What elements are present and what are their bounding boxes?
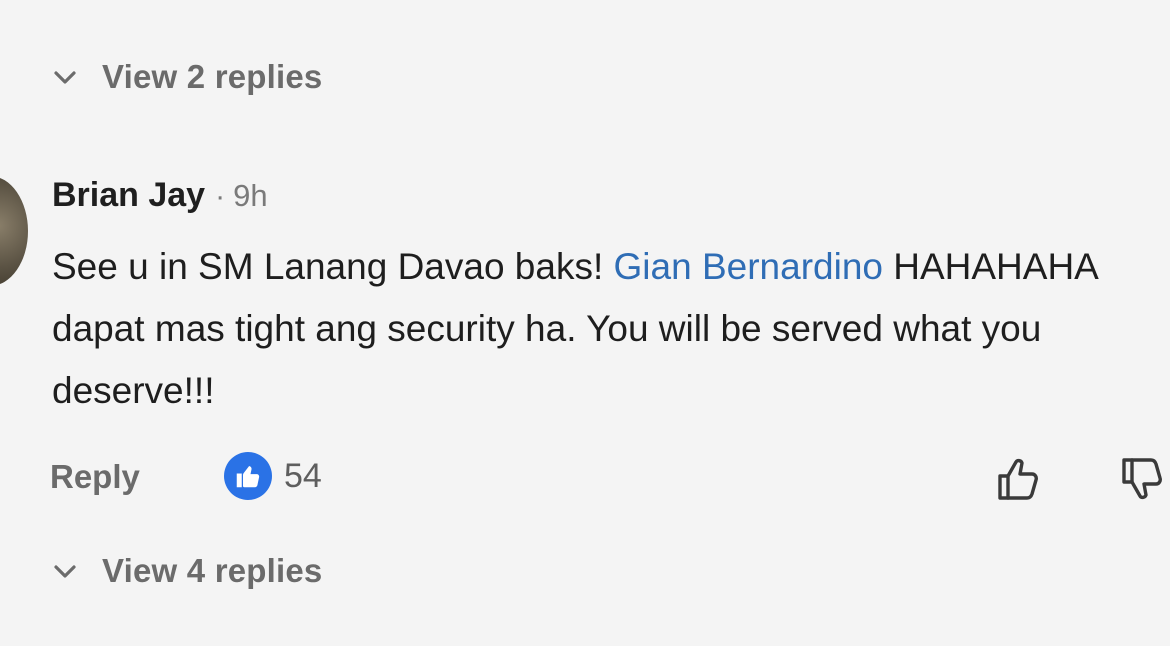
chevron-down-icon xyxy=(54,565,76,578)
view-replies-label: View 4 replies xyxy=(102,552,323,589)
previous-comment-actions-edge xyxy=(0,0,1170,6)
like-badge-icon xyxy=(224,452,272,500)
view-replies-link-bottom[interactable]: View 4 replies xyxy=(52,552,323,590)
reply-button[interactable]: Reply xyxy=(50,458,140,496)
thumbs-up-fill-icon xyxy=(236,466,260,488)
meta-separator: · xyxy=(215,180,226,213)
comment-text-part1: See u in SM Lanang Davao baks! xyxy=(52,246,614,287)
mention-link[interactable]: Gian Bernardino xyxy=(614,246,883,287)
comment-actions: Reply 54 xyxy=(50,452,1170,508)
reaction-count: 54 xyxy=(284,456,322,495)
avatar[interactable] xyxy=(0,176,28,286)
comment-body: See u in SM Lanang Davao baks! Gian Bern… xyxy=(52,236,1170,422)
comment-meta: Brian Jay · 9h xyxy=(52,176,1170,220)
reaction-summary[interactable]: 54 xyxy=(224,452,322,500)
comment-timestamp[interactable]: 9h xyxy=(233,178,267,214)
chevron-down-icon xyxy=(54,71,76,84)
view-replies-link-top[interactable]: View 2 replies xyxy=(52,58,323,96)
view-replies-label: View 2 replies xyxy=(102,58,323,95)
comment: Brian Jay · 9h See u in SM Lanang Davao … xyxy=(52,176,1170,422)
thumbs-up-icon[interactable] xyxy=(994,454,1044,504)
thumbs-down-icon[interactable] xyxy=(1118,454,1168,504)
comment-author[interactable]: Brian Jay xyxy=(52,176,205,215)
